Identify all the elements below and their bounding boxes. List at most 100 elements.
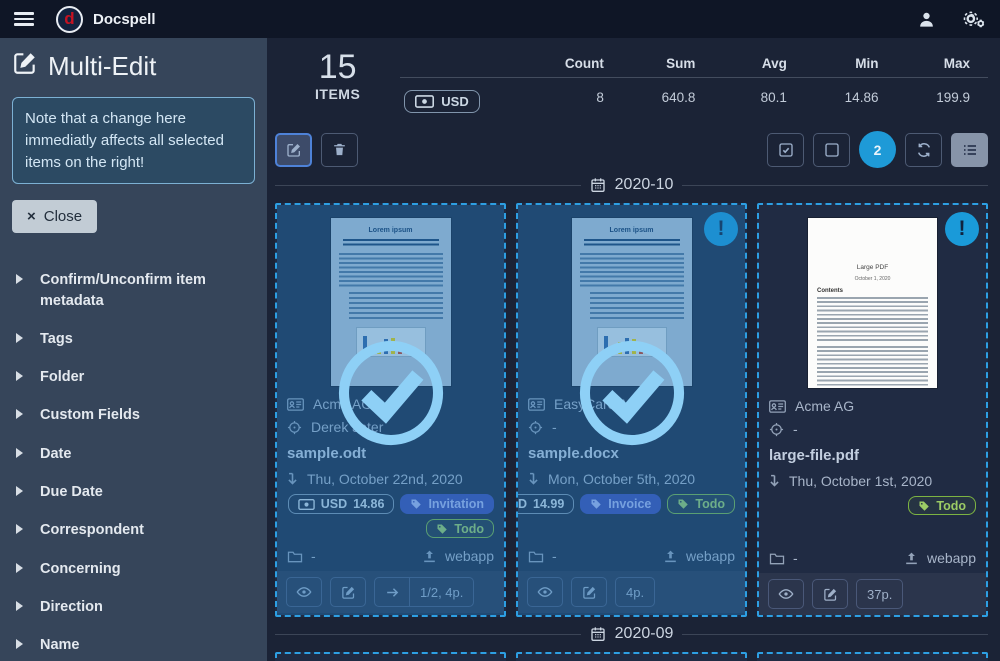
select-all-button[interactable] xyxy=(767,133,804,167)
next-attachment-button[interactable] xyxy=(374,577,410,607)
tag-badge[interactable]: Todo xyxy=(426,519,494,538)
currency-stats-table: Count Sum Avg Min Max USD 8 640.8 8 xyxy=(400,52,988,119)
reload-button[interactable] xyxy=(905,133,942,167)
item-name[interactable]: sample.docx xyxy=(528,445,735,462)
card-footer: 4p. xyxy=(518,571,745,613)
caret-right-icon xyxy=(16,563,23,573)
selected-count-badge: 2 xyxy=(859,131,896,168)
date-arrow-icon xyxy=(528,472,539,486)
month-separator: 2020-10 xyxy=(275,176,988,194)
multi-edit-accordion: Confirm/Unconfirm item metadata Tags Fol… xyxy=(0,261,267,661)
item-date: Mon, October 5th, 2020 xyxy=(548,471,695,487)
item-card[interactable]: Lorem ipsum xyxy=(757,652,988,661)
tag-badge[interactable]: Invitation xyxy=(400,494,494,514)
tag-badge[interactable]: Todo xyxy=(908,496,976,515)
edit-icon xyxy=(286,142,302,158)
edit-icon xyxy=(823,587,838,602)
view-item-button[interactable] xyxy=(527,577,563,607)
accordion-item-direction[interactable]: Direction xyxy=(0,588,267,626)
item-cards-row: Keywords in PDF Lorem ipsum Lorem ipsum xyxy=(275,652,988,661)
sync-icon xyxy=(916,142,932,158)
list-view-button[interactable] xyxy=(951,133,988,167)
tag-badge[interactable]: Todo xyxy=(667,494,735,514)
tag-icon xyxy=(590,498,602,510)
folder-icon xyxy=(528,550,544,563)
item-card[interactable]: Keywords in PDF xyxy=(275,652,506,661)
card-footer: 37p. xyxy=(759,573,986,615)
correspondent-name[interactable]: Acme AG xyxy=(313,396,372,412)
item-card-sample-docx[interactable]: ! Lorem ipsum EasyCare AG - sample.docx xyxy=(516,203,747,617)
correspondent-name[interactable]: Acme AG xyxy=(795,398,854,414)
item-name[interactable]: sample.odt xyxy=(287,445,494,462)
concerning-name[interactable]: - xyxy=(793,421,798,437)
accordion-item-due-date[interactable]: Due Date xyxy=(0,473,267,511)
pages-badge: 1/2, 4p. xyxy=(410,577,474,607)
accordion-item-custom-fields[interactable]: Custom Fields xyxy=(0,396,267,434)
due-alert-badge: ! xyxy=(945,212,979,246)
docspell-logo[interactable]: d xyxy=(56,6,83,33)
top-navbar: d Docspell xyxy=(0,0,1000,38)
accordion-item-tags[interactable]: Tags xyxy=(0,320,267,358)
caret-right-icon xyxy=(16,333,23,343)
square-icon xyxy=(824,142,840,158)
view-item-button[interactable] xyxy=(286,577,322,607)
accordion-item-correspondent[interactable]: Correspondent xyxy=(0,511,267,549)
concerning-name[interactable]: Derek Jeter xyxy=(311,419,383,435)
tag-icon xyxy=(410,498,422,510)
accordion-item-concerning[interactable]: Concerning xyxy=(0,550,267,588)
due-alert-badge: ! xyxy=(704,212,738,246)
multi-edit-sidebar: Multi-Edit Note that a change here immed… xyxy=(0,38,267,661)
edit-selected-button[interactable] xyxy=(275,133,312,167)
folder-value: - xyxy=(311,548,316,564)
caret-right-icon xyxy=(16,371,23,381)
item-card[interactable]: Lorem ipsum xyxy=(516,652,747,661)
month-label: 2020-10 xyxy=(615,176,674,194)
col-avg: Avg xyxy=(713,52,805,77)
document-preview: Large PDF October 1, 2020 Contents xyxy=(808,218,937,388)
correspondent-name[interactable]: EasyCare AG xyxy=(554,396,639,412)
stat-max: 199.9 xyxy=(896,78,988,119)
document-preview: Lorem ipsum xyxy=(572,218,692,386)
col-sum: Sum xyxy=(622,52,714,77)
pages-badge: 4p. xyxy=(615,577,655,607)
item-name[interactable]: large-file.pdf xyxy=(769,447,976,464)
folder-icon xyxy=(769,552,785,565)
selected-check-icon xyxy=(335,337,447,454)
concerning-icon xyxy=(528,420,543,435)
items-total: 15 xyxy=(315,50,360,86)
amount-badge: USD14.86 xyxy=(288,494,395,514)
deselect-all-button[interactable] xyxy=(813,133,850,167)
stats-summary: 15 ITEMS Count Sum Avg Min Max USD xyxy=(275,42,988,121)
stat-sum: 640.8 xyxy=(622,78,714,119)
item-card-sample-odt[interactable]: Lorem ipsum Acme AG Derek Jeter sample.o… xyxy=(275,203,506,617)
currency-badge: USD xyxy=(404,90,479,113)
arrow-right-icon xyxy=(385,585,400,600)
upload-icon xyxy=(663,549,678,564)
edit-item-button[interactable] xyxy=(330,577,366,607)
month-label: 2020-09 xyxy=(615,625,674,643)
view-item-button[interactable] xyxy=(768,579,804,609)
accordion-item-confirm[interactable]: Confirm/Unconfirm item metadata xyxy=(0,261,267,320)
app-title: Docspell xyxy=(93,11,156,28)
source-value: webapp xyxy=(686,548,735,564)
settings-gears-icon[interactable] xyxy=(962,10,986,29)
close-button[interactable]: × Close xyxy=(12,200,97,233)
accordion-item-date[interactable]: Date xyxy=(0,435,267,473)
item-card-large-file-pdf[interactable]: ! Large PDF October 1, 2020 Contents Acm… xyxy=(757,203,988,617)
delete-selected-button[interactable] xyxy=(321,133,358,167)
accordion-item-name[interactable]: Name xyxy=(0,626,267,661)
caret-right-icon xyxy=(16,601,23,611)
edit-item-button[interactable] xyxy=(812,579,848,609)
caret-right-icon xyxy=(16,486,23,496)
accordion-item-folder[interactable]: Folder xyxy=(0,358,267,396)
concerning-name[interactable]: - xyxy=(552,419,557,435)
tag-badge[interactable]: Invoice xyxy=(580,494,661,514)
selected-check-icon xyxy=(576,337,688,454)
edit-icon xyxy=(341,585,356,600)
selection-toolbar: 2 xyxy=(275,131,988,168)
menu-icon[interactable] xyxy=(14,12,34,26)
eye-icon xyxy=(537,584,553,600)
edit-item-button[interactable] xyxy=(571,577,607,607)
user-icon[interactable] xyxy=(917,10,936,29)
items-label: ITEMS xyxy=(315,86,360,102)
